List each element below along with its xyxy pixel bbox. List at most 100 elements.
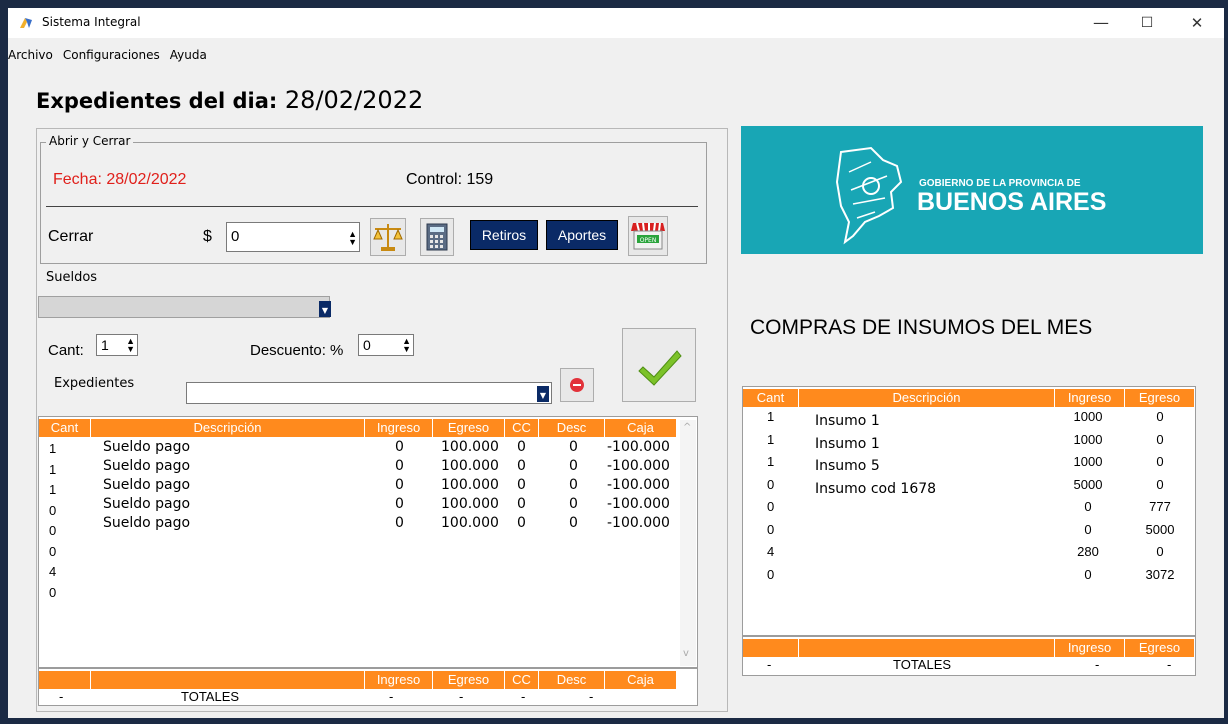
ingreso-cell: 1000 [1073,431,1103,447]
balance-scale-icon [373,224,403,251]
cant-cell: 0 [49,584,57,600]
description-cell: Insumo 1 [815,413,880,429]
table-cell: 100.000 [441,496,499,512]
window-title: Sistema Integral [42,15,141,29]
spin-arrows-icon[interactable]: ▲ ▼ [126,337,135,354]
table-cell: -100.000 [607,477,670,493]
open-sign-text: OPEN [640,237,657,244]
egreso-cell: 0 [1156,476,1164,492]
description-cell: Insumo 5 [815,458,880,474]
cant-cell: 1 [49,461,57,477]
table-cell: 0 [517,439,526,455]
column-header: Cant [39,419,91,437]
column-header: Ingreso [365,419,433,437]
cant-spinbox[interactable]: 1 ▲ ▼ [96,334,138,356]
ingreso-cell: 5000 [1073,476,1103,492]
ingreso-cell: 1000 [1073,409,1103,424]
main-table: Cant Descripción Ingreso Egreso CC Desc Caja 1… [38,416,698,668]
totals-header: Ingreso [1055,639,1125,657]
scroll-down-icon[interactable]: v [683,648,689,659]
maximize-button[interactable]: ☐ [1124,8,1170,38]
totals-header: Ingreso [365,671,433,689]
calculator-icon [426,223,448,251]
expedientes-combo[interactable]: ▼ [186,382,552,404]
dropdown-arrow-icon[interactable]: ▼ [319,301,331,317]
province-map-logo-icon [835,146,903,245]
table-cell: 100.000 [441,458,499,474]
totals-header: Egreso [1125,639,1195,657]
scroll-up-icon[interactable]: ^ [683,422,691,433]
column-header: Cant [743,389,799,407]
column-header: Caja [605,419,677,437]
column-header: Desc [539,419,605,437]
fecha-label: Fecha: 28/02/2022 [53,171,187,188]
totals-cell: - [59,689,64,704]
abrir-cerrar-legend: Abrir y Cerrar [46,134,134,148]
confirm-button[interactable] [622,328,696,402]
totals-header: Desc [539,671,605,689]
totals-header: CC [505,671,539,689]
control-label: Control: 159 [406,171,494,188]
table-cell: Sueldo pago [103,515,191,531]
ingreso-cell: 280 [1077,544,1099,559]
main-table-scrollbar[interactable]: ^ v [680,420,696,666]
close-button[interactable]: ✕ [1174,8,1220,38]
calculator-button[interactable] [420,218,454,256]
minimize-button[interactable]: — [1078,8,1124,38]
page-title: Expedientes del dia: 28/02/2022 [36,86,423,114]
table-cell: Sueldo pago [103,496,191,512]
sueldos-label: Sueldos [46,270,98,285]
totals-cell: - [521,689,526,704]
table-cell: 0 [569,515,578,531]
description-cell: Insumo cod 1678 [815,480,937,497]
egreso-cell: 5000 [1145,521,1175,537]
totals-header [743,639,799,657]
table-cell: Sueldo pago [103,477,191,493]
totals-cell: - [589,689,594,704]
cant-cell: 0 [767,476,775,492]
sueldos-combo[interactable]: ▼ [38,296,331,318]
aportes-button[interactable]: Aportes [546,220,618,250]
page-title-label: Expedientes del dia: [36,89,278,113]
cant-cell: 0 [767,521,775,537]
egreso-cell: 0 [1156,431,1164,447]
table-cell: 0 [517,496,526,512]
currency-symbol: $ [203,228,212,245]
totals-header [91,671,365,689]
ingreso-cell: 1000 [1073,454,1103,469]
open-store-button[interactable]: OPEN [628,216,668,256]
remove-button[interactable] [560,368,594,402]
table-cell: 0 [517,515,526,531]
menu-ayuda[interactable]: Ayuda [170,48,207,62]
amount-value: 0 [231,228,240,245]
balance-scale-button[interactable] [370,218,406,256]
cant-label: Cant: [48,342,84,359]
menu-configuraciones[interactable]: Configuraciones [63,48,160,62]
open-store-icon: OPEN [631,222,665,250]
menu-archivo[interactable]: Archivo [8,48,53,62]
table-cell: 0 [395,458,404,474]
cant-cell: 1 [767,431,775,447]
totals-cell: - [1095,657,1100,672]
spin-arrows-icon[interactable]: ▲ ▼ [348,230,357,247]
spin-arrows-icon[interactable]: ▲ ▼ [402,337,411,354]
amount-spinbox[interactable]: 0 ▲ ▼ [226,222,360,252]
page-title-date: 28/02/2022 [284,86,424,114]
cant-cell: 4 [767,544,775,559]
descuento-spinbox[interactable]: 0 ▲ ▼ [358,334,414,356]
divider [46,206,698,207]
title-bar: Sistema Integral — ☐ ✕ [8,8,1224,38]
dropdown-arrow-icon[interactable]: ▼ [537,386,549,402]
expedientes-label: Expedientes [54,376,135,391]
cant-cell: 1 [767,409,775,424]
table-cell: 0 [569,496,578,512]
egreso-cell: 0 [1156,454,1164,469]
banner-line2: BUENOS AIRES [917,188,1107,216]
ingreso-cell: 0 [1084,521,1092,537]
retiros-button[interactable]: Retiros [470,220,538,250]
table-cell: 0 [569,458,578,474]
totals-cell: - [459,689,464,704]
totals-header [39,671,91,689]
totals-cell: - [767,657,772,672]
table-cell: 100.000 [441,515,499,531]
